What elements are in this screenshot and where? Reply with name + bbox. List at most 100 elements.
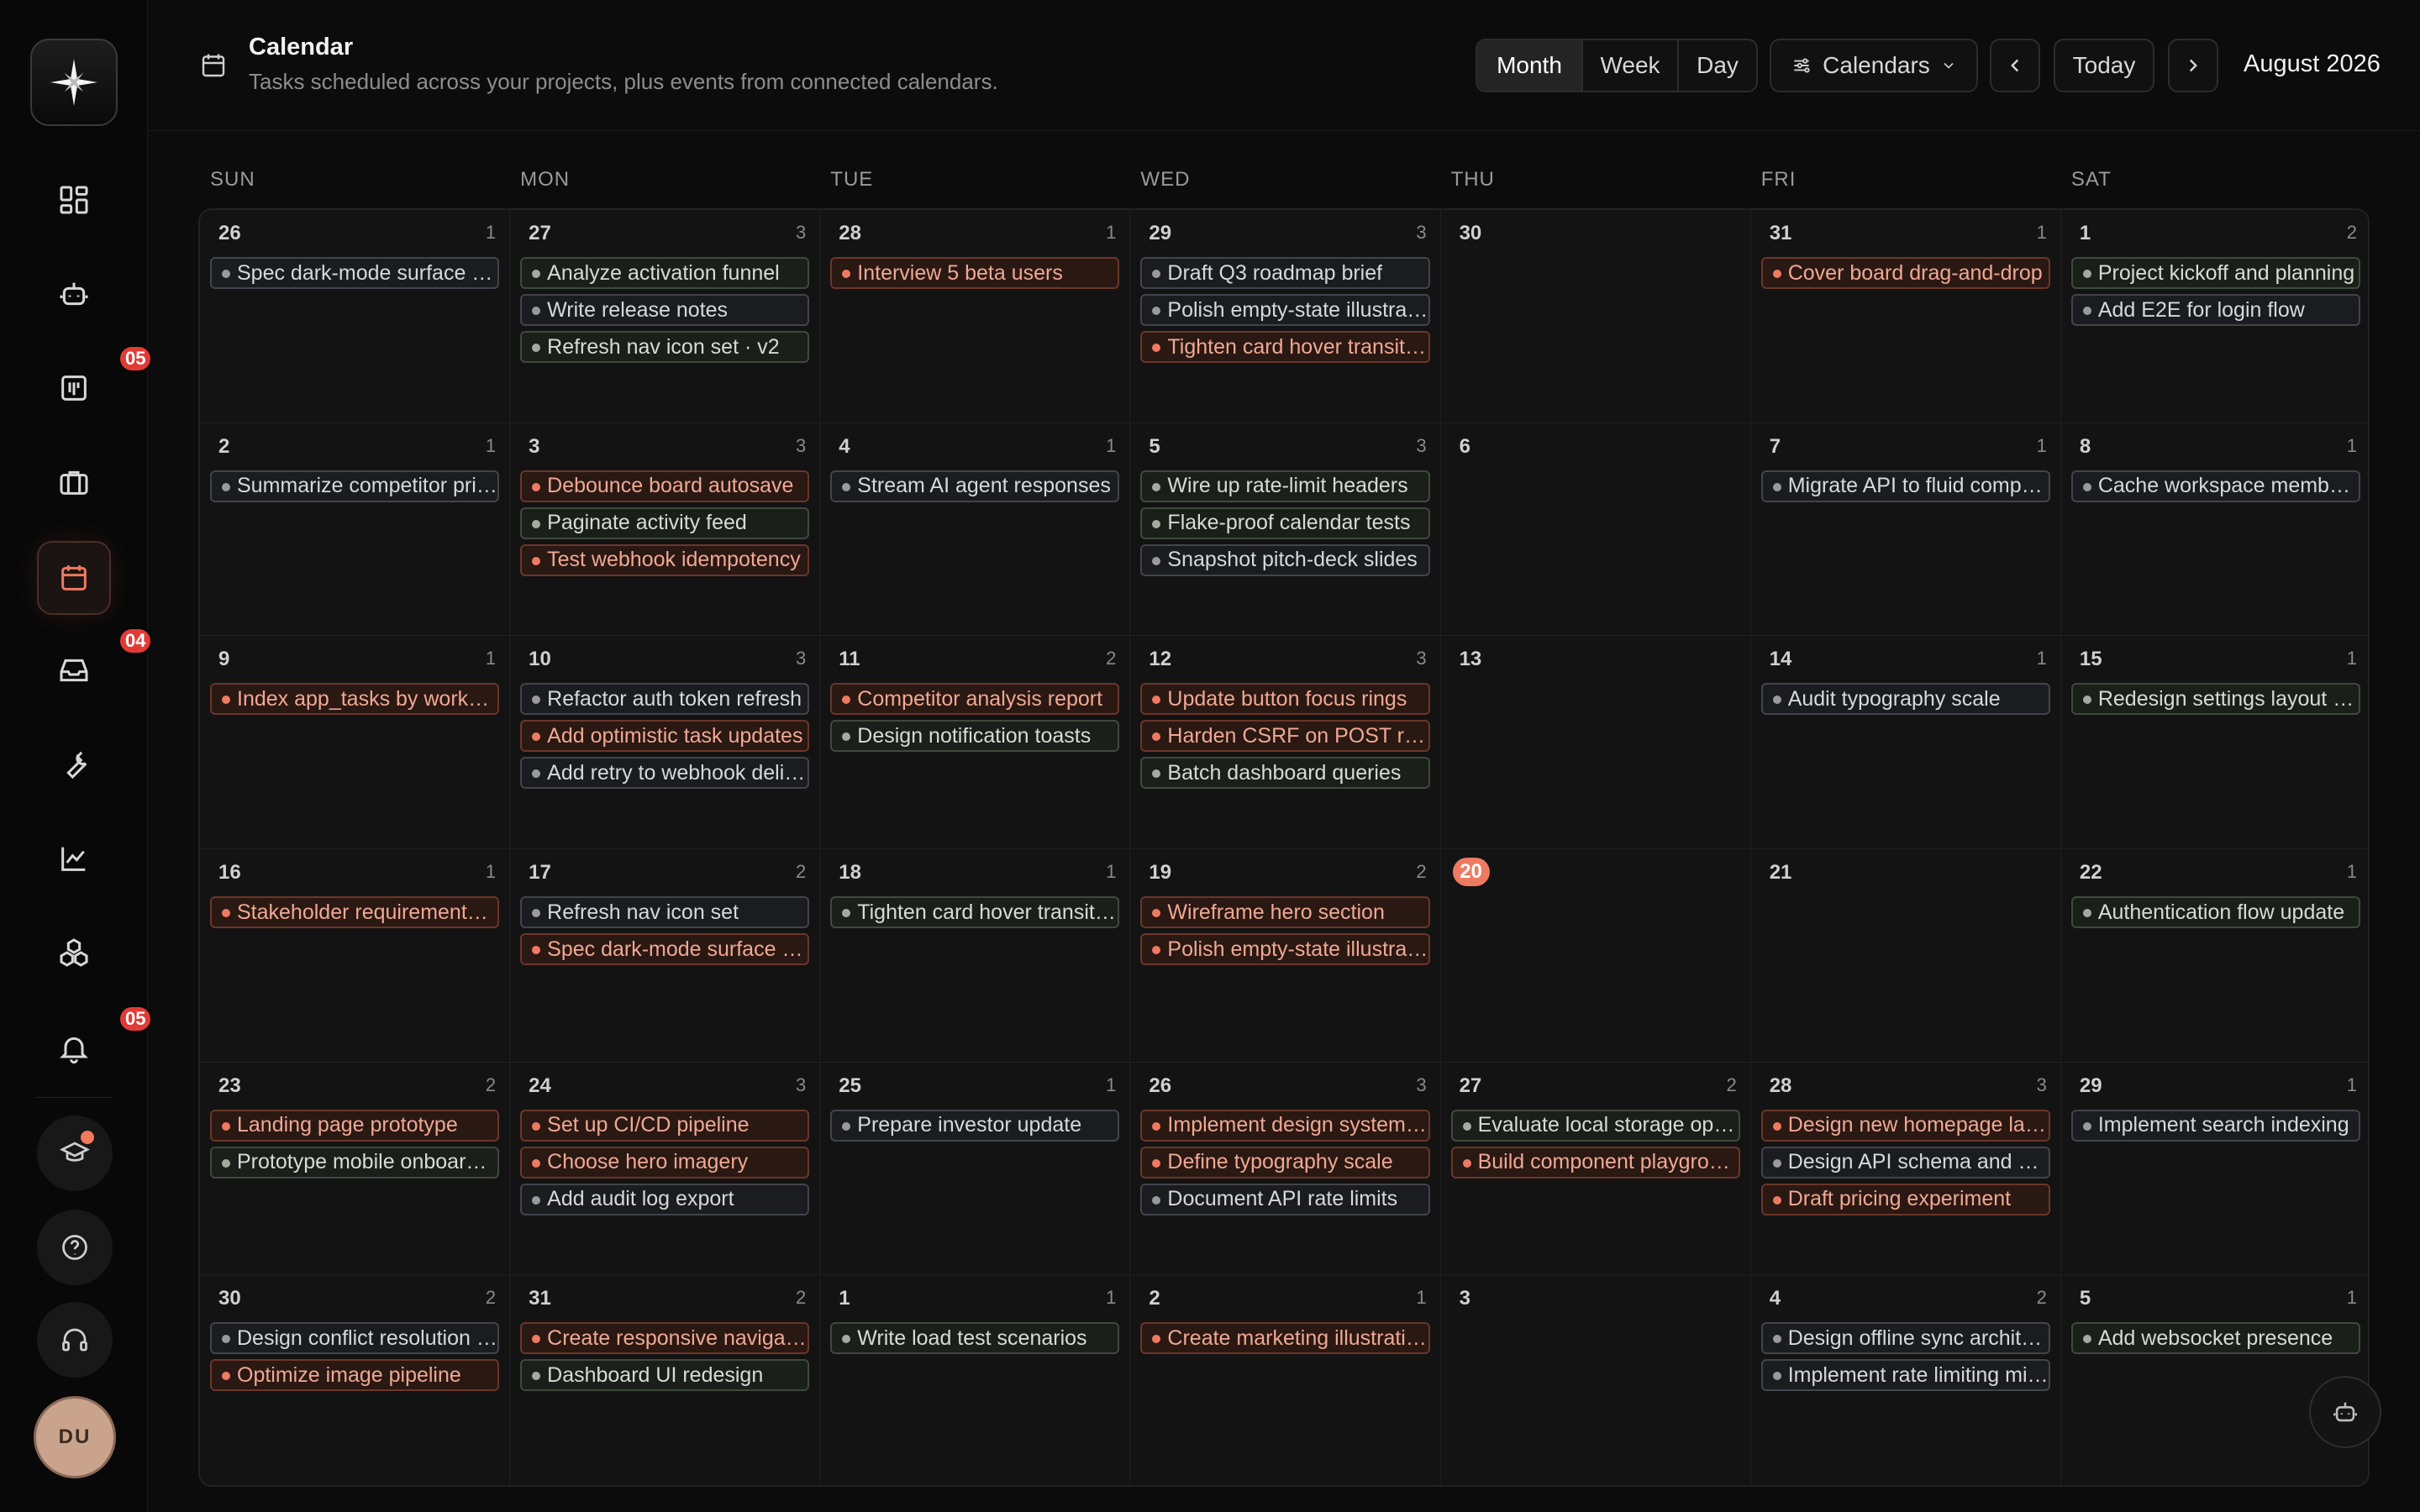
day-cell[interactable]: 21: [1750, 849, 2061, 1063]
event-chip[interactable]: Migrate API to fluid compute: [1760, 470, 2050, 502]
day-cell[interactable]: 4 1 Stream AI agent responses: [820, 423, 1131, 637]
event-chip[interactable]: Cache workspace member list: [2070, 470, 2360, 502]
event-chip[interactable]: Add websocket presence: [2070, 1322, 2360, 1355]
day-cell[interactable]: 29 1 Implement search indexing: [2060, 1063, 2368, 1276]
event-chip[interactable]: Define typography scale: [1140, 1146, 1430, 1179]
event-chip[interactable]: Batch dashboard queries: [1140, 757, 1430, 790]
sidebar-item-calendar[interactable]: [37, 541, 111, 615]
event-chip[interactable]: Stream AI agent responses: [830, 470, 1120, 502]
event-chip[interactable]: Analyze activation funnel: [520, 257, 810, 289]
event-chip[interactable]: Debounce board autosave: [520, 470, 810, 502]
event-chip[interactable]: Paginate activity feed: [520, 507, 810, 539]
day-cell[interactable]: 24 3 Set up CI/CD pipeline Choose hero imag…: [510, 1062, 821, 1276]
event-chip[interactable]: Project kickoff and planning: [2070, 257, 2360, 289]
sidebar-item-boards[interactable]: 05: [37, 344, 154, 425]
event-chip[interactable]: Implement search indexing: [2070, 1109, 2360, 1142]
day-cell[interactable]: 17 2 Refresh nav icon set Spec dark-mode su…: [510, 849, 821, 1063]
app-logo[interactable]: [30, 39, 118, 126]
today-button[interactable]: Today: [2054, 39, 2154, 92]
event-chip[interactable]: Design notification toasts: [830, 720, 1120, 753]
day-cell[interactable]: 2 1 Create marketing illustrations: [1130, 1275, 1441, 1485]
tab-day[interactable]: Day: [1679, 40, 1756, 91]
day-cell[interactable]: 7 1 Migrate API to fluid compute: [1750, 423, 2061, 637]
day-cell[interactable]: 26 1 Spec dark-mode surface tokens: [200, 210, 511, 423]
event-chip[interactable]: Competitor analysis report: [830, 683, 1120, 716]
assistant-fab[interactable]: [2309, 1376, 2381, 1448]
event-chip[interactable]: Prototype mobile onboarding: [210, 1146, 500, 1179]
day-cell[interactable]: 4 2 Design offline sync architecture Implem…: [1751, 1275, 2061, 1485]
event-chip[interactable]: Implement design system components: [1140, 1109, 1430, 1142]
event-chip[interactable]: Refresh nav icon set: [520, 896, 810, 928]
day-cell[interactable]: 8 1 Cache workspace member list: [2060, 423, 2368, 637]
event-chip[interactable]: Prepare investor update: [830, 1109, 1120, 1142]
event-chip[interactable]: Choose hero imagery: [520, 1146, 810, 1179]
event-chip[interactable]: Set up CI/CD pipeline: [520, 1109, 810, 1142]
event-chip[interactable]: Add optimistic task updates: [520, 720, 810, 753]
help-button[interactable]: [37, 1210, 113, 1285]
sidebar-item-integrations[interactable]: [37, 916, 111, 990]
day-cell[interactable]: 11 2 Competitor analysis report Design noti…: [820, 636, 1131, 849]
day-cell[interactable]: 29 3 Draft Q3 roadmap brief Polish empty-st…: [1130, 210, 1441, 423]
event-chip[interactable]: Wireframe hero section: [1140, 896, 1430, 928]
day-cell[interactable]: 22 1 Authentication flow update: [2060, 849, 2368, 1063]
day-cell[interactable]: 13: [1440, 636, 1751, 849]
tab-week[interactable]: Week: [1583, 40, 1679, 91]
sidebar-item-agents[interactable]: [37, 257, 111, 331]
event-chip[interactable]: Interview 5 beta users: [830, 257, 1120, 289]
next-month-button[interactable]: [2168, 39, 2218, 92]
event-chip[interactable]: Design new homepage layout: [1760, 1109, 2050, 1142]
event-chip[interactable]: Refresh nav icon set · v2: [520, 331, 810, 363]
day-cell[interactable]: 12 3 Update button focus rings Harden CSRF …: [1130, 636, 1441, 849]
event-chip[interactable]: Build component playground: [1450, 1146, 1740, 1179]
event-chip[interactable]: Authentication flow update: [2070, 896, 2360, 928]
day-cell[interactable]: 6: [1440, 423, 1751, 637]
event-chip[interactable]: Harden CSRF on POST routes: [1140, 720, 1430, 753]
day-cell[interactable]: 14 1 Audit typography scale: [1750, 636, 2061, 849]
day-cell[interactable]: 1 1 Write load test scenarios: [820, 1275, 1131, 1485]
event-chip[interactable]: Design offline sync architecture: [1760, 1322, 2050, 1355]
event-chip[interactable]: Draft pricing experiment: [1760, 1183, 2050, 1215]
day-cell[interactable]: 2 1 Summarize competitor pricing: [200, 423, 511, 637]
event-chip[interactable]: Design API schema and endpoints: [1760, 1146, 2050, 1179]
day-cell[interactable]: 10 3 Refactor auth token refresh Add optimi…: [510, 636, 821, 849]
day-cell[interactable]: 5 3 Wire up rate-limit headers Flake-proof …: [1130, 423, 1441, 637]
event-chip[interactable]: Spec dark-mode surface tokens: [210, 257, 500, 289]
event-chip[interactable]: Write release notes: [520, 294, 810, 326]
day-cell[interactable]: 28 1 Interview 5 beta users: [820, 210, 1131, 423]
sidebar-item-inbox[interactable]: 04: [37, 627, 154, 707]
event-chip[interactable]: Create responsive navigation: [520, 1322, 810, 1355]
day-cell[interactable]: 1 2 Project kickoff and planning Add E2E fo…: [2060, 210, 2368, 423]
event-chip[interactable]: Add audit log export: [520, 1183, 810, 1215]
event-chip[interactable]: Add E2E for login flow: [2070, 294, 2360, 326]
day-cell[interactable]: 31 1 Cover board drag-and-drop: [1750, 210, 2061, 423]
avatar[interactable]: DU: [34, 1396, 116, 1478]
event-chip[interactable]: Refactor auth token refresh: [520, 683, 810, 716]
calendars-dropdown[interactable]: Calendars: [1770, 39, 1978, 92]
event-chip[interactable]: Spec dark-mode surface tokens: [520, 933, 810, 965]
day-cell[interactable]: 3 3 Debounce board autosave Paginate activi…: [510, 423, 821, 637]
day-cell[interactable]: 23 2 Landing page prototype Prototype mobil…: [200, 1062, 511, 1276]
day-cell[interactable]: 25 1 Prepare investor update: [820, 1062, 1131, 1276]
day-cell[interactable]: 20: [1440, 849, 1751, 1063]
day-cell[interactable]: 3: [1441, 1275, 1751, 1485]
event-chip[interactable]: Audit typography scale: [1760, 683, 2050, 716]
event-chip[interactable]: Dashboard UI redesign: [520, 1359, 810, 1392]
event-chip[interactable]: Implement rate limiting middleware: [1760, 1359, 2050, 1392]
day-cell[interactable]: 16 1 Stakeholder requirements review: [200, 849, 511, 1063]
event-chip[interactable]: Stakeholder requirements review: [210, 896, 500, 928]
day-cell[interactable]: 31 2 Create responsive navigation Dashboard…: [510, 1275, 821, 1485]
prev-month-button[interactable]: [1990, 39, 2040, 92]
day-cell[interactable]: 30: [1440, 210, 1751, 423]
sidebar-item-dashboard[interactable]: [37, 163, 111, 237]
event-chip[interactable]: Optimize image pipeline: [210, 1359, 500, 1392]
sidebar-item-tools[interactable]: [37, 727, 111, 801]
event-chip[interactable]: Summarize competitor pricing: [210, 470, 500, 502]
day-cell[interactable]: 27 2 Evaluate local storage options Build c…: [1440, 1062, 1751, 1276]
event-chip[interactable]: Polish empty-state illustrations: [1140, 933, 1430, 965]
sidebar-item-notifications[interactable]: 05: [37, 1005, 154, 1085]
event-chip[interactable]: Update button focus rings: [1140, 683, 1430, 716]
event-chip[interactable]: Snapshot pitch-deck slides: [1140, 543, 1430, 576]
event-chip[interactable]: Tighten card hover transitions: [1140, 331, 1430, 363]
day-cell[interactable]: 5 1 Add websocket presence: [2061, 1275, 2368, 1485]
sidebar-item-analytics[interactable]: [37, 822, 111, 895]
